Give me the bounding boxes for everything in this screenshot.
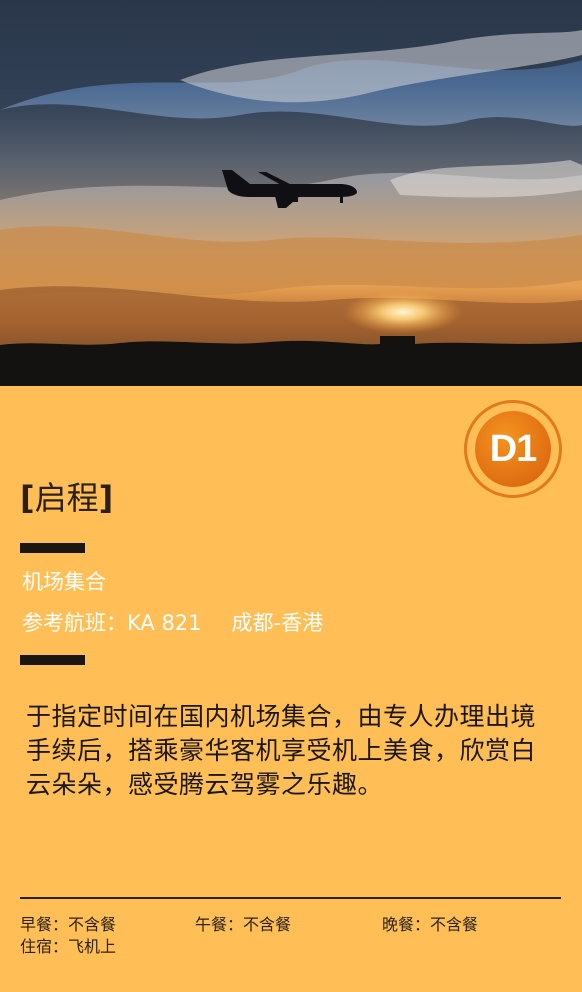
hero-photo <box>0 0 582 386</box>
title-text: 启程 <box>34 479 99 517</box>
footer-divider <box>20 897 561 899</box>
page-title: [启程] <box>20 478 113 518</box>
itinerary-description: 于指定时间在国内机场集合，由专人办理出境手续后，搭乘豪华客机享受机上美食，欣赏白… <box>26 702 537 799</box>
airplane-sunset-illustration <box>0 0 582 386</box>
divider-bar-top <box>20 543 85 553</box>
day-badge-label: D1 <box>475 411 551 487</box>
meal-breakfast: 早餐：不含餐 <box>20 915 117 934</box>
title-bracket-open: [ <box>20 479 35 517</box>
divider-bar-bottom <box>20 655 85 665</box>
day-badge: D1 <box>464 400 562 498</box>
flight-info: 参考航班：KA 821 成都-香港 <box>22 609 323 637</box>
meal-lunch: 午餐：不含餐 <box>195 915 292 934</box>
accommodation: 住宿：飞机上 <box>20 937 117 956</box>
meal-dinner: 晚餐：不含餐 <box>382 915 479 934</box>
title-bracket-close: ] <box>98 479 114 517</box>
flight-number: 参考航班：KA 821 <box>22 611 202 635</box>
flight-route: 成都-香港 <box>231 611 324 635</box>
gather-text: 机场集合 <box>22 570 106 594</box>
